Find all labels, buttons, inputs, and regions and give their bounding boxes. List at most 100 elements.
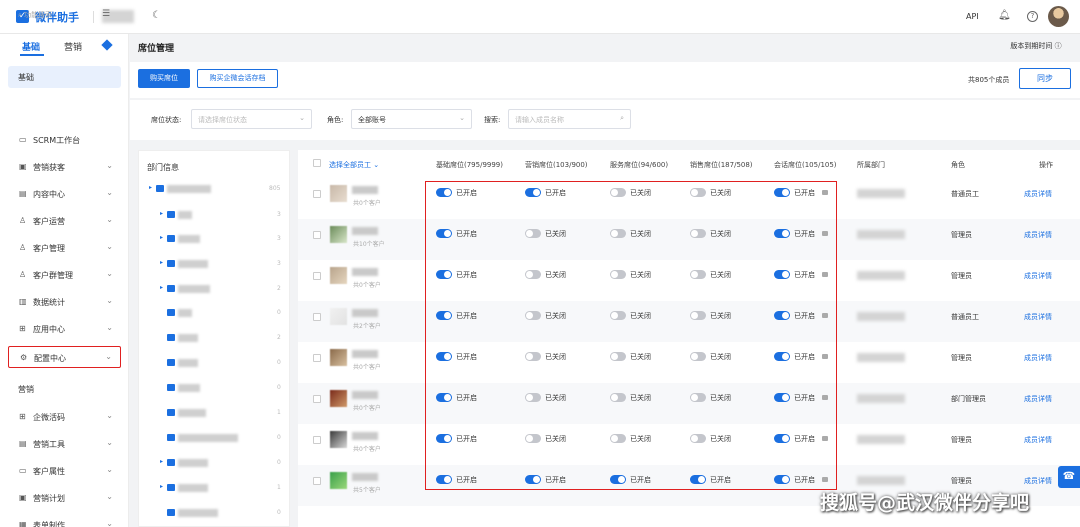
department-name-redacted — [178, 359, 198, 367]
row-checkbox[interactable] — [313, 272, 321, 280]
member-detail-link[interactable]: 成员详情 — [1024, 476, 1052, 486]
dark-mode-icon[interactable]: ☾ — [152, 10, 161, 21]
buy-archive-button[interactable]: 购买企微会话存档 — [197, 69, 278, 88]
select-all-checkbox[interactable] — [313, 159, 321, 167]
row-checkbox[interactable] — [313, 395, 321, 403]
member-customer-count: 共0个客户 — [353, 446, 381, 453]
sidebar-item-config-center[interactable]: ⚙ 配置中心 ⌄ — [8, 346, 121, 368]
department-tree-item[interactable]: 0 — [160, 508, 282, 518]
member-role: 管理员 — [951, 436, 972, 444]
expand-arrow-icon[interactable]: ▸ — [160, 210, 163, 217]
sync-button[interactable]: 同步 — [1019, 68, 1071, 89]
expire-time-button[interactable]: 版本到期时间 ⓘ — [1002, 39, 1070, 54]
expand-arrow-icon[interactable]: ▸ — [160, 234, 163, 241]
member-detail-link[interactable]: 成员详情 — [1024, 271, 1052, 281]
department-tree-item[interactable]: ▸ 3 — [160, 259, 282, 269]
member-detail-link[interactable]: 成员详情 — [1024, 353, 1052, 363]
tab-marketing[interactable]: 营销 — [64, 40, 82, 53]
sidebar-item-marketing-acquisition[interactable]: ▣ 营销获客 ⌄ — [8, 156, 121, 178]
department-name-redacted — [178, 334, 198, 342]
sidebar-item-marketing-tools[interactable]: ▤ 营销工具 ⌄ — [8, 433, 121, 455]
member-detail-link[interactable]: 成员详情 — [1024, 394, 1052, 404]
department-tree-item[interactable]: ▸ 2 — [160, 284, 282, 294]
member-detail-link[interactable]: 成员详情 — [1024, 312, 1052, 322]
expand-arrow-icon[interactable]: ▸ — [149, 184, 152, 191]
folder-icon — [167, 260, 175, 267]
member-role: 管理员 — [951, 272, 972, 280]
api-link[interactable]: API — [966, 12, 979, 21]
department-name-redacted — [178, 384, 200, 392]
department-tree-item[interactable]: ▸ 3 — [160, 210, 282, 220]
expand-arrow-icon[interactable]: ▸ — [160, 458, 163, 465]
sidebar-item-content-center[interactable]: ▤ 内容中心 ⌄ — [8, 183, 121, 205]
collapse-menu-icon[interactable]: ☰ — [102, 9, 110, 19]
row-checkbox[interactable] — [313, 354, 321, 362]
bell-icon[interactable]: 🔔︎ — [998, 10, 1011, 21]
sidebar-item-label: 营销计划 — [33, 494, 65, 503]
role-select[interactable]: 全部账号 ⌄ — [351, 109, 472, 129]
search-icon[interactable]: ⌕ — [620, 114, 624, 123]
section-basic-header: 基础 — [8, 66, 121, 88]
department-tree-item[interactable]: ▸ 805 — [149, 184, 282, 194]
sidebar-item-app-center[interactable]: ⊞ 应用中心 ⌄ — [8, 318, 121, 340]
department-tree-item[interactable]: 0 — [160, 358, 282, 368]
member-detail-link[interactable]: 成员详情 — [1024, 189, 1052, 199]
marketing-acquisition-icon: ▣ — [19, 162, 27, 171]
user-avatar[interactable] — [1048, 6, 1069, 27]
folder-icon — [167, 384, 175, 391]
department-panel-title: 部门信息 — [147, 163, 179, 172]
seat-status-select[interactable]: 请选择席位状态 ⌄ — [191, 109, 312, 129]
select-all-header[interactable]: 选择全部员工 ⌄ — [329, 160, 379, 170]
member-detail-link[interactable]: 成员详情 — [1024, 435, 1052, 445]
row-checkbox[interactable] — [313, 231, 321, 239]
department-tree-item[interactable]: 0 — [160, 433, 282, 443]
sidebar-item-scrm-workbench[interactable]: ▭ SCRM工作台 — [8, 129, 121, 151]
customer-service-float-button[interactable]: ☎ — [1058, 466, 1080, 488]
member-name-redacted — [352, 432, 378, 440]
row-checkbox[interactable] — [313, 436, 321, 444]
department-tree-item[interactable]: ▸ 1 — [160, 483, 282, 493]
department-tree-item[interactable]: 0 — [160, 308, 282, 318]
member-customer-count: 共0个客户 — [353, 282, 381, 289]
sidebar-item-customer-ops[interactable]: ♙ 客户运营 ⌄ — [8, 210, 121, 232]
content-center-icon: ▤ — [19, 189, 27, 198]
row-checkbox[interactable] — [313, 190, 321, 198]
sidebar-item-form-builder[interactable]: ▦ 表单制作 ⌄ — [8, 514, 121, 527]
sidebar-item-qr-code[interactable]: ⊞ 企微活码 ⌄ — [8, 406, 121, 428]
department-member-count: 3 — [277, 260, 281, 267]
member-department-redacted — [857, 394, 905, 403]
member-search-input[interactable]: 请输入成员名称 ⌕ — [508, 109, 631, 129]
sidebar-item-customer-attributes[interactable]: ▭ 客户属性 ⌄ — [8, 460, 121, 482]
sidebar-search-placeholder: 功能搜索 — [24, 11, 53, 19]
department-tree-item[interactable]: ▸ 3 — [160, 234, 282, 244]
top-bar: ✓ 微伴助手 ☾ API 🔔︎ ? — [0, 0, 1080, 34]
search-label: 搜索: — [484, 116, 501, 124]
sidebar-item-marketing-plan[interactable]: ▣ 营销计划 ⌄ — [8, 487, 121, 509]
folder-icon — [167, 484, 175, 491]
help-icon[interactable]: ? — [1027, 11, 1038, 22]
role-label: 角色: — [327, 116, 344, 124]
expand-arrow-icon[interactable]: ▸ — [160, 259, 163, 266]
sidebar-item-label: 企微活码 — [33, 413, 65, 422]
department-name-redacted — [178, 509, 218, 517]
sidebar-item-group-mgmt[interactable]: ♙ 客户群管理 ⌄ — [8, 264, 121, 286]
tab-basic[interactable]: 基础 — [22, 40, 40, 53]
row-checkbox[interactable] — [313, 477, 321, 485]
sidebar-search[interactable]: ⌕ 功能搜索 — [18, 10, 52, 20]
sidebar-item-customer-mgmt[interactable]: ♙ 客户管理 ⌄ — [8, 237, 121, 259]
expand-arrow-icon[interactable]: ▸ — [160, 284, 163, 291]
app-center-icon: ⊞ — [19, 324, 26, 333]
department-tree-item[interactable]: 1 — [160, 408, 282, 418]
department-member-count: 2 — [277, 334, 281, 341]
department-tree-item[interactable]: ▸ 0 — [160, 458, 282, 468]
expand-arrow-icon[interactable]: ▸ — [160, 483, 163, 490]
department-tree-item[interactable]: 0 — [160, 383, 282, 393]
department-tree-item[interactable]: 2 — [160, 333, 282, 343]
department-member-count: 1 — [277, 484, 281, 491]
member-detail-link[interactable]: 成员详情 — [1024, 230, 1052, 240]
row-checkbox[interactable] — [313, 313, 321, 321]
header-role: 角色 — [951, 161, 965, 169]
sidebar-item-label: 客户管理 — [33, 244, 65, 253]
buy-seat-button[interactable]: 购买席位 — [138, 69, 190, 88]
sidebar-item-data-stats[interactable]: ▥ 数据统计 ⌄ — [8, 291, 121, 313]
